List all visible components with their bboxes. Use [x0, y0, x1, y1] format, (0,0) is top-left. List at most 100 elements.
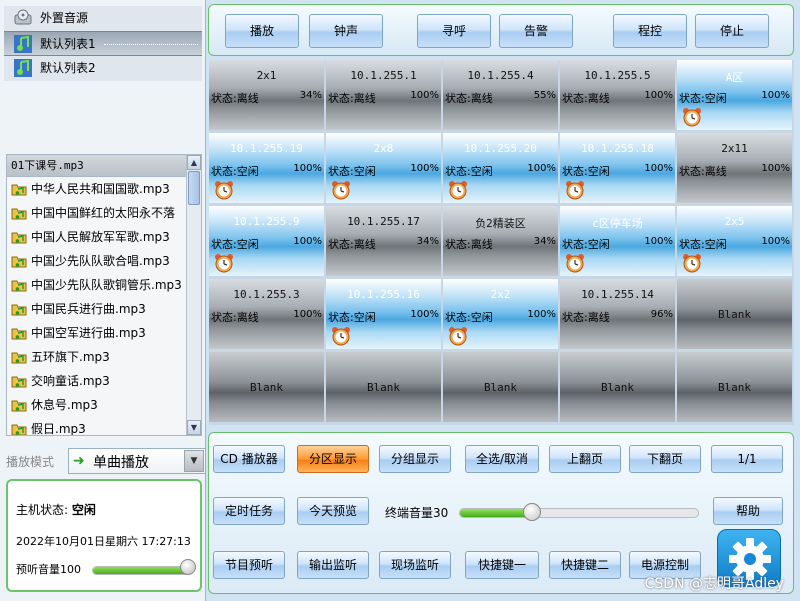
zone-cell[interactable]: 10.1.255.4 状态:离线 55%	[443, 60, 558, 130]
list-item[interactable]: 中国中国鲜红的太阳永不落	[7, 201, 187, 225]
output-monitor-button[interactable]: 输出监听	[297, 551, 369, 579]
zone-status: 状态:离线	[328, 238, 376, 251]
alarm-clock-icon	[449, 181, 467, 200]
shortcut-one-button[interactable]: 快捷键一	[465, 551, 539, 579]
scroll-up-arrow-icon[interactable]: ▲	[187, 155, 201, 170]
zone-volume-percent: 100%	[527, 309, 556, 320]
zone-volume-percent: 100%	[293, 236, 322, 247]
zone-cell[interactable]: 2x2 状态:空闲 100%	[443, 279, 558, 349]
list-item[interactable]: 中国空军进行曲.mp3	[7, 321, 187, 345]
zone-name: Blank	[249, 381, 284, 394]
today-preview-button[interactable]: 今天预览	[297, 497, 369, 525]
zone-cell[interactable]: 10.1.255.19 状态:空闲 100%	[209, 133, 324, 203]
folder-music-icon	[11, 280, 27, 292]
list-item[interactable]: 中国少先队队歌合唱.mp3	[7, 249, 187, 273]
zone-volume-percent: 34%	[533, 236, 556, 247]
track-name: 中国空军进行曲.mp3	[31, 326, 146, 340]
zone-cell[interactable]: 10.1.255.1 状态:离线 100%	[326, 60, 441, 130]
play-mode-label: 播放模式	[6, 455, 55, 469]
zone-view-button[interactable]: 分区显示	[297, 445, 369, 473]
zone-cell[interactable]: Blank	[443, 352, 558, 422]
terminal-volume-slider[interactable]	[459, 508, 699, 518]
group-view-button[interactable]: 分组显示	[379, 445, 451, 473]
list-item[interactable]: 休息号.mp3	[7, 393, 187, 417]
zone-cell[interactable]: 10.1.255.14 状态:离线 96%	[560, 279, 675, 349]
zone-name: 10.1.255.4	[467, 69, 534, 82]
terminal-volume-knob[interactable]	[523, 503, 541, 521]
zone-cell[interactable]: 10.1.255.17 状态:离线 34%	[326, 206, 441, 276]
play-mode-select[interactable]: ➜ 单曲播放 ▼	[68, 448, 206, 474]
folder-music-icon	[11, 376, 27, 388]
source-item-list2[interactable]: 默认列表2	[4, 56, 202, 81]
program-preview-button[interactable]: 节目预听	[213, 551, 285, 579]
track-name: 休息号.mp3	[31, 398, 98, 412]
chevron-down-icon[interactable]: ▼	[184, 450, 204, 472]
scheduled-tasks-button[interactable]: 定时任务	[213, 497, 285, 525]
preview-volume-knob[interactable]	[180, 559, 196, 575]
cd-player-button[interactable]: CD 播放器	[213, 445, 285, 473]
scroll-down-arrow-icon[interactable]: ▼	[187, 420, 201, 435]
list-item[interactable]: 中华人民共和国国歌.mp3	[7, 177, 187, 201]
zone-cell[interactable]: 2x8 状态:空闲 100%	[326, 133, 441, 203]
track-name: 中国少先队队歌合唱.mp3	[31, 254, 170, 268]
page-down-button[interactable]: 下翻页	[629, 445, 701, 473]
zone-name: 10.1.255.1	[350, 69, 417, 82]
zone-cell[interactable]: 10.1.255.5 状态:离线 100%	[560, 60, 675, 130]
zone-status: 状态:离线	[445, 92, 493, 105]
zone-name: 2x5	[724, 215, 745, 228]
chime-button[interactable]: 钟声	[309, 14, 383, 48]
terminal-volume-label: 终端音量30	[385, 506, 449, 520]
zone-name: Blank	[717, 308, 752, 321]
zone-status: 状态:离线	[211, 92, 259, 105]
zone-name: Blank	[366, 381, 401, 394]
playlist-current-track[interactable]: 01下课号.mp3	[7, 155, 201, 177]
live-monitor-button[interactable]: 现场监听	[379, 551, 451, 579]
zone-cell[interactable]: 2x5 状态:空闲 100%	[677, 206, 792, 276]
playlist-scrollbar[interactable]: ▲ ▼	[186, 155, 201, 435]
play-button[interactable]: 播放	[225, 14, 299, 48]
zone-cell[interactable]: A区 状态:空闲 100%	[677, 60, 792, 130]
folder-music-icon	[11, 232, 27, 244]
zone-cell[interactable]: 10.1.255.20 状态:空闲 100%	[443, 133, 558, 203]
alarm-clock-icon	[215, 254, 233, 273]
zone-cell[interactable]: Blank	[677, 279, 792, 349]
zone-cell[interactable]: c区停车场 状态:空闲 100%	[560, 206, 675, 276]
list-item[interactable]: 假日.mp3	[7, 417, 187, 435]
zone-cell[interactable]: Blank	[326, 352, 441, 422]
zone-cell[interactable]: Blank	[677, 352, 792, 422]
zone-cell[interactable]: 负2精装区 状态:离线 34%	[443, 206, 558, 276]
list-item[interactable]: 五环旗下.mp3	[7, 345, 187, 369]
list-item[interactable]: 中国人民解放军军歌.mp3	[7, 225, 187, 249]
zone-volume-percent: 55%	[533, 90, 556, 101]
alarm-button[interactable]: 告警	[499, 14, 573, 48]
playlist[interactable]: 01下课号.mp3 中华人民共和国国歌.mp3 中国中国鲜红的太阳永不落中国人民解…	[6, 154, 202, 436]
preview-volume-slider[interactable]	[92, 566, 192, 575]
select-all-button[interactable]: 全选/取消	[465, 445, 539, 473]
zone-cell[interactable]: 10.1.255.16 状态:空闲 100%	[326, 279, 441, 349]
stop-button[interactable]: 停止	[695, 14, 769, 48]
list-item[interactable]: 中国民兵进行曲.mp3	[7, 297, 187, 321]
zone-cell[interactable]: 10.1.255.9 状态:空闲 100%	[209, 206, 324, 276]
zone-cell[interactable]: 10.1.255.3 状态:离线 100%	[209, 279, 324, 349]
list-item[interactable]: 中国少先队队歌铜管乐.mp3	[7, 273, 187, 297]
source-list: 外置音源 默认列表1 默认列表2	[4, 6, 202, 84]
zone-status: 状态:离线	[211, 311, 259, 324]
shortcut-two-button[interactable]: 快捷键二	[549, 551, 621, 579]
paging-button[interactable]: 寻呼	[417, 14, 491, 48]
source-item-external[interactable]: 外置音源	[4, 6, 202, 31]
zone-cell[interactable]: 2x1 状态:离线 34%	[209, 60, 324, 130]
help-button[interactable]: 帮助	[713, 497, 783, 525]
zone-cell[interactable]: 10.1.255.18 状态:空闲 100%	[560, 133, 675, 203]
scrollbar-thumb[interactable]	[188, 171, 200, 205]
source-label: 默认列表2	[40, 61, 96, 75]
zone-cell[interactable]: 2x11 状态:离线 100%	[677, 133, 792, 203]
page-up-button[interactable]: 上翻页	[549, 445, 621, 473]
zone-cell[interactable]: Blank	[560, 352, 675, 422]
list-item[interactable]: 交响童话.mp3	[7, 369, 187, 393]
track-name: 中国人民解放军军歌.mp3	[31, 230, 170, 244]
program-control-button[interactable]: 程控	[613, 14, 687, 48]
zone-cell[interactable]: Blank	[209, 352, 324, 422]
source-item-list1[interactable]: 默认列表1	[4, 31, 202, 56]
zone-volume-percent: 100%	[527, 163, 556, 174]
alarm-clock-icon	[332, 327, 350, 346]
